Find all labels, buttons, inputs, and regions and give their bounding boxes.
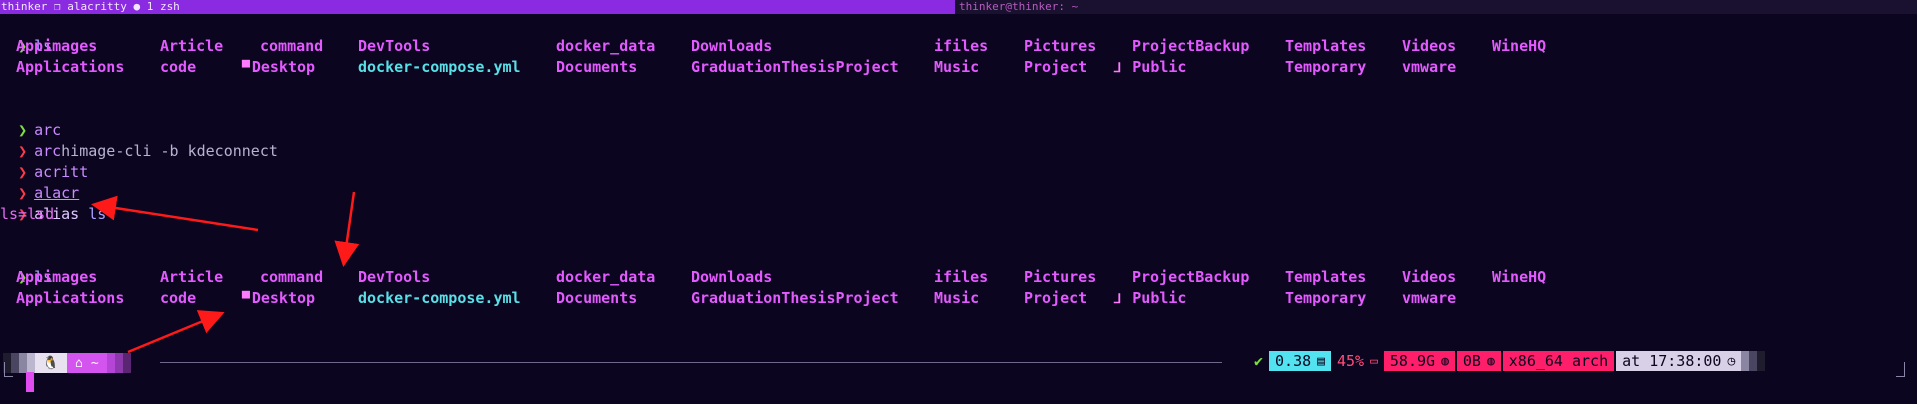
bars-icon: ▤ (1317, 353, 1325, 369)
status-ok-icon: ✔ (1254, 352, 1264, 370)
clock-icon: ◷ (1727, 353, 1736, 369)
load-segment: 0.38 ▤ (1269, 351, 1331, 371)
network-segment: 0B ◍ (1456, 351, 1501, 371)
terminal-cursor[interactable] (26, 372, 34, 392)
memory-icon: ▭ (1370, 353, 1378, 369)
disk-icon: ◍ (1441, 353, 1449, 369)
home-segment: ⌂ ~ (67, 353, 107, 373)
annotation-arrows (91, 191, 360, 354)
arrow-to-alias (91, 195, 259, 232)
left-prompt-segments: 🐧 ⌂ ~ (3, 351, 131, 375)
prompt-separator-line (160, 362, 1222, 363)
arrow-to-desktop-icon (127, 310, 225, 354)
prompt-frame-left (4, 362, 13, 377)
arrow-to-devtools (334, 191, 360, 267)
right-prompt-segments: ✔ 0.38 ▤ 45% ▭ 58.9G ◍ 0B ◍ x86_64 arch at 1… (1254, 351, 1766, 371)
speed-icon: ◍ (1486, 353, 1495, 369)
home-icon: ⌂ (75, 355, 83, 371)
arch-segment: x86_64 arch (1502, 351, 1615, 371)
prompt-frame-right (1896, 362, 1905, 377)
time-segment: at 17:38:00 ◷ (1616, 351, 1742, 371)
prompt-status-bar: 🐧 ⌂ ~ ✔ 0.38 ▤ 45% ▭ 58.9G ◍ 0B ◍ x86_64 arch… (0, 349, 1917, 377)
disk-segment: 58.9G ◍ (1383, 351, 1455, 371)
memory-segment: 45% ▭ (1336, 352, 1378, 370)
tux-icon: 🐧 (35, 353, 67, 373)
